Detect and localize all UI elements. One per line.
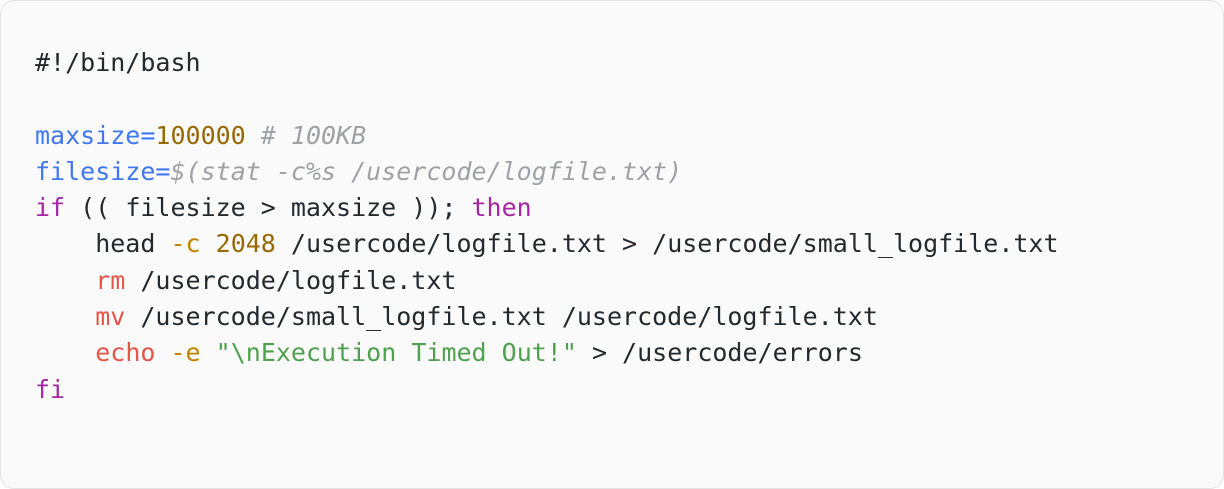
code-token-plain: > /usercode/errors [576,338,863,368]
code-token-flag: -c [170,229,201,259]
code-token-str: "\nExecution Timed Out!" [215,338,577,368]
code-line: filesize=$(stat -c%s /usercode/logfile.t… [35,154,1223,190]
code-token-cmd: echo [95,338,156,368]
code-token-kw: if [35,193,66,223]
code-line: if (( filesize > maxsize )); then [35,190,1223,226]
code-token-cmd: rm [95,265,126,295]
code-line: rm /usercode/logfile.txt [35,263,1223,299]
code-token-var: maxsize [35,120,141,150]
code-line: #!/bin/bash [35,45,1223,81]
code-token-var: = [155,156,171,186]
code-block: #!/bin/bash maxsize=100000 # 100KB filesiz… [0,0,1224,489]
code-token-cmd: mv [95,302,126,332]
code-token-plain: head [35,229,171,259]
code-line: maxsize=100000 # 100KB [35,118,1223,154]
code-line: fi [35,372,1223,408]
code-token-comment: # 100KB [260,120,367,150]
code-token-plain: (( filesize > maxsize )); [65,193,472,223]
code-line: head -c 2048 /usercode/logfile.txt > /us… [35,226,1223,262]
code-token-plain: #!/bin/bash [35,48,201,77]
code-token-plain: /usercode/small_logfile.txt /usercode/lo… [125,302,878,332]
code-token-var: = [140,120,156,150]
code-content: #!/bin/bash maxsize=100000 # 100KB filesiz… [35,45,1223,408]
code-token-kw: fi [35,374,66,404]
code-token-plain: /usercode/logfile.txt > /usercode/small_… [275,229,1059,259]
code-token-num: 2048 [215,229,276,259]
code-token-comment: $(stat -c%s /usercode/logfile.txt) [170,156,683,186]
code-token-flag: -e [170,338,201,368]
code-token-var: filesize [35,156,156,186]
code-token-kw: then [471,193,532,223]
code-line: echo -e "\nExecution Timed Out!" > /user… [35,335,1223,371]
code-line: mv /usercode/small_logfile.txt /usercode… [35,299,1223,335]
code-token-num: 100000 [155,120,246,150]
code-token-plain: /usercode/logfile.txt [125,265,457,295]
